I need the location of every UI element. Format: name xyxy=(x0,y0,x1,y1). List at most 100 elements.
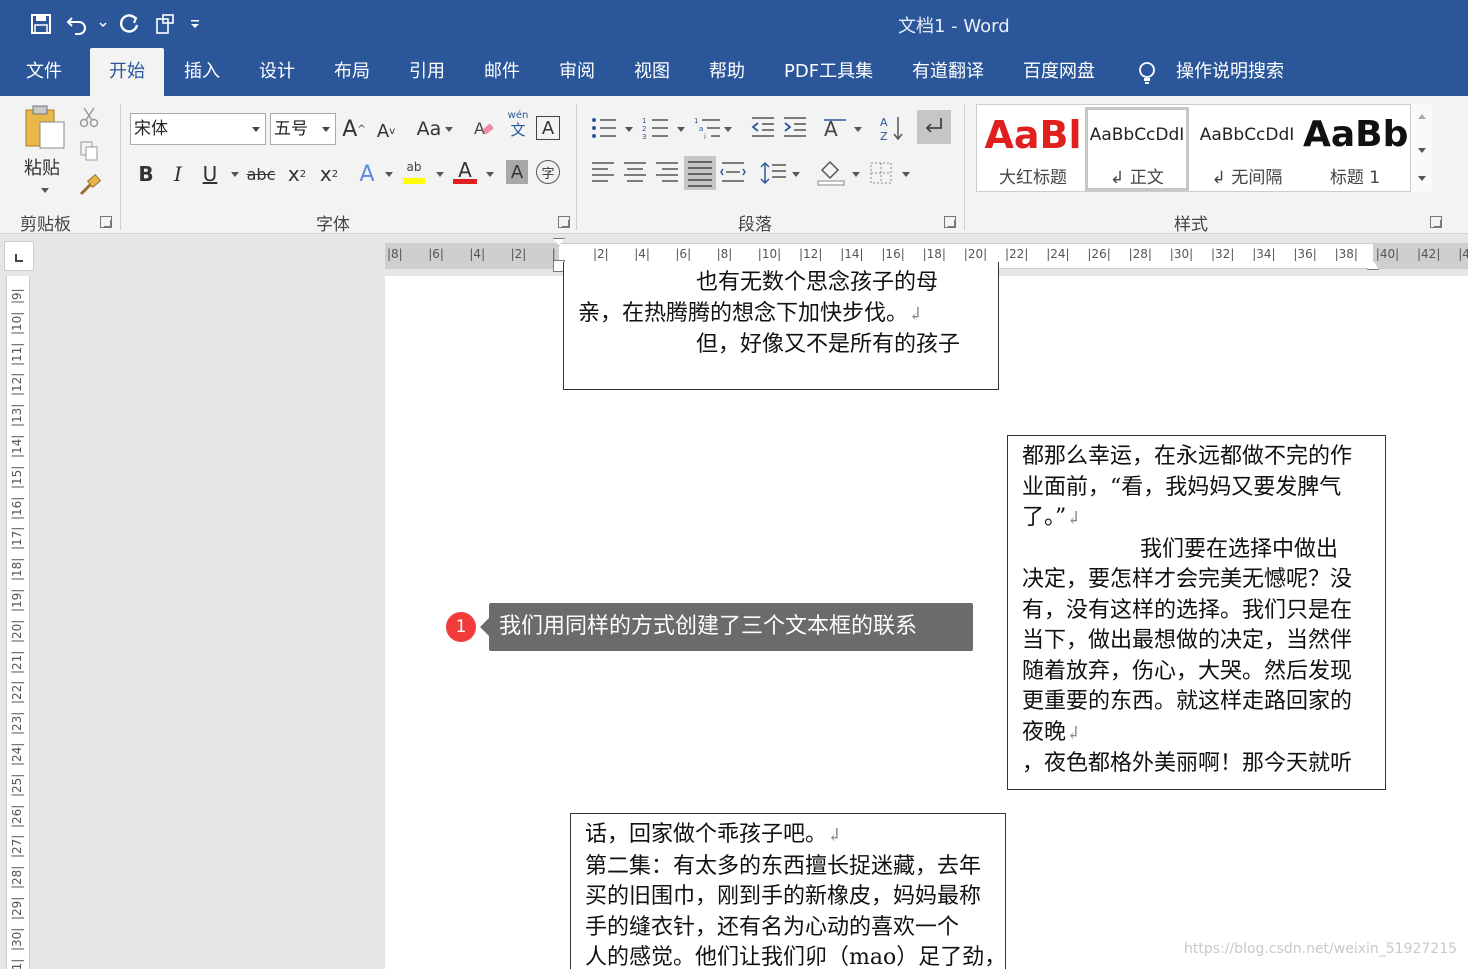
borders-icon[interactable] xyxy=(868,160,894,186)
cut-icon[interactable] xyxy=(78,106,100,128)
tab-file[interactable]: 文件 xyxy=(26,48,62,96)
styles-launcher-icon[interactable] xyxy=(1430,216,1442,228)
tab-layout[interactable]: 布局 xyxy=(334,48,370,96)
clear-formatting-icon[interactable]: A xyxy=(472,116,496,140)
align-center-icon[interactable] xyxy=(622,160,648,186)
tab-pdf-tools[interactable]: PDF工具集 xyxy=(784,48,873,96)
underline-dropdown-icon[interactable] xyxy=(231,172,239,177)
tab-baidu-netdisk[interactable]: 百度网盘 xyxy=(1023,48,1095,96)
italic-button[interactable]: I xyxy=(166,160,190,188)
phonetic-guide-button[interactable]: wén 文 xyxy=(506,110,530,144)
tab-insert[interactable]: 插入 xyxy=(184,48,220,96)
font-launcher-icon[interactable] xyxy=(558,216,570,228)
tab-view[interactable]: 视图 xyxy=(634,48,670,96)
align-left-icon[interactable] xyxy=(590,160,616,186)
font-size-combo[interactable]: 五号 xyxy=(270,113,336,145)
bullets-icon[interactable] xyxy=(590,116,618,140)
decrease-indent-icon[interactable] xyxy=(750,116,776,140)
paste-icon[interactable] xyxy=(22,104,68,150)
line-spacing-dropdown-icon[interactable] xyxy=(792,172,800,177)
font-name-combo[interactable]: 宋体 xyxy=(130,113,266,145)
tab-home[interactable]: 开始 xyxy=(90,48,164,96)
multilevel-list-dropdown-icon[interactable] xyxy=(724,127,732,132)
highlight-button[interactable]: ab xyxy=(402,160,426,186)
font-color-button[interactable]: A xyxy=(452,158,478,186)
enclose-characters-button[interactable]: 字 xyxy=(536,160,560,184)
change-case-button[interactable]: Aa xyxy=(412,114,446,144)
font-color-dropdown-icon[interactable] xyxy=(486,172,494,177)
shading-dropdown-icon[interactable] xyxy=(852,172,860,177)
shrink-font-button[interactable]: Av xyxy=(374,116,398,146)
highlight-color-swatch xyxy=(403,178,425,184)
grow-font-button[interactable]: A ^ xyxy=(342,114,366,144)
ruler-tick: |40| xyxy=(1375,247,1400,261)
tutorial-callout: 我们用同样的方式创建了三个文本框的联系 xyxy=(480,603,973,651)
paragraph-launcher-icon[interactable] xyxy=(944,216,956,228)
ruler-tick: |26| xyxy=(10,804,24,828)
tell-me-search[interactable]: 操作说明搜索 xyxy=(1176,48,1284,96)
justify-icon[interactable] xyxy=(684,156,716,190)
text-effects-dropdown-icon[interactable] xyxy=(385,172,393,177)
character-border-button[interactable]: A xyxy=(536,116,560,140)
underline-button[interactable]: U xyxy=(198,160,222,188)
ruler-tick: |2| xyxy=(593,247,609,261)
tab-review[interactable]: 审阅 xyxy=(559,48,595,96)
text-effects-button[interactable]: A xyxy=(354,160,380,188)
ruler-tick: |22| xyxy=(1005,247,1029,261)
tab-selector[interactable] xyxy=(4,241,34,271)
multilevel-list-icon[interactable]: 1ai xyxy=(694,116,722,140)
line-spacing-icon[interactable] xyxy=(760,160,788,186)
sort-icon[interactable]: AZ xyxy=(880,114,906,142)
subscript-button[interactable]: x2 xyxy=(284,160,310,188)
shading-icon[interactable] xyxy=(816,158,846,186)
chinese-layout-icon[interactable]: A xyxy=(822,116,850,140)
show-paragraph-marks-icon[interactable] xyxy=(917,110,951,144)
format-painter-qat-icon[interactable] xyxy=(150,9,180,39)
redo-icon[interactable] xyxy=(114,9,144,39)
styles-scroll-up-icon[interactable] xyxy=(1418,114,1426,119)
superscript-button[interactable]: x2 xyxy=(316,160,342,188)
bullets-dropdown-icon[interactable] xyxy=(625,127,633,132)
text-box-3[interactable]: 话，回家做个乖孩子吧。↲ 第二集：有太多的东西擅长捉迷藏，去年 买的旧围巾，刚到… xyxy=(570,813,1006,969)
distributed-icon[interactable] xyxy=(720,160,746,186)
copy-icon[interactable] xyxy=(78,140,100,162)
style-no-spacing[interactable]: AaBbCcDdI ↲ 无间隔 xyxy=(1195,107,1299,191)
tab-help[interactable]: 帮助 xyxy=(709,48,745,96)
style-normal[interactable]: AaBbCcDdI ↲ 正文 xyxy=(1085,107,1189,191)
undo-icon[interactable] xyxy=(62,9,92,39)
style-heading-1[interactable]: AaBb 标题 1 xyxy=(1303,107,1407,191)
tab-youdao-translate[interactable]: 有道翻译 xyxy=(912,48,984,96)
paste-label[interactable]: 粘贴 xyxy=(24,154,60,180)
save-icon[interactable] xyxy=(26,9,56,39)
character-shading-button[interactable]: A xyxy=(506,160,528,184)
style-heading-red[interactable]: AaBl 大红标题 xyxy=(981,107,1085,191)
bold-button[interactable]: B xyxy=(134,160,158,188)
numbering-dropdown-icon[interactable] xyxy=(677,127,685,132)
numbering-icon[interactable]: 123 xyxy=(642,116,670,140)
vertical-ruler[interactable]: |9| |10| |11| |12| |13| |14| |15| |16| |17| |18| |… xyxy=(6,276,30,969)
format-painter-icon[interactable] xyxy=(78,174,102,196)
change-case-dropdown-icon[interactable] xyxy=(445,127,453,132)
borders-dropdown-icon[interactable] xyxy=(902,172,910,177)
strikethrough-button[interactable]: abc xyxy=(246,160,276,188)
ruler-tick: |38| xyxy=(1334,247,1358,261)
clipboard-launcher-icon[interactable] xyxy=(100,216,112,228)
increase-indent-icon[interactable] xyxy=(782,116,808,140)
tab-mailings[interactable]: 邮件 xyxy=(484,48,520,96)
text-line: 话，回家做个乖孩子吧。↲ xyxy=(585,822,843,847)
styles-more-icon[interactable] xyxy=(1418,176,1426,181)
text-box-2[interactable]: 都那么幸运，在永远都做不完的作 业面前，“看，我妈妈又要发脾气 了。”↲ 我们要… xyxy=(1007,435,1386,790)
undo-dropdown-icon[interactable] xyxy=(98,9,108,39)
paste-dropdown-icon[interactable] xyxy=(41,188,49,193)
tab-design[interactable]: 设计 xyxy=(259,48,295,96)
change-case-glyph: Aa xyxy=(416,118,442,140)
tab-references[interactable]: 引用 xyxy=(409,48,445,96)
styles-scroll-down-icon[interactable] xyxy=(1418,148,1426,153)
text-box-1[interactable]: 也有无数个思念孩子的母 亲，在热腾腾的想念下加快步伐。↲ 但，好像又不是所有的孩… xyxy=(563,262,999,390)
chinese-layout-dropdown-icon[interactable] xyxy=(854,127,862,132)
title-bar: 文档1 - Word xyxy=(0,0,1468,48)
align-right-icon[interactable] xyxy=(654,160,680,186)
highlight-dropdown-icon[interactable] xyxy=(436,172,444,177)
customize-qat-icon[interactable] xyxy=(186,9,204,39)
text-line: 第二集：有太多的东西擅长捉迷藏，去年 xyxy=(585,853,982,879)
